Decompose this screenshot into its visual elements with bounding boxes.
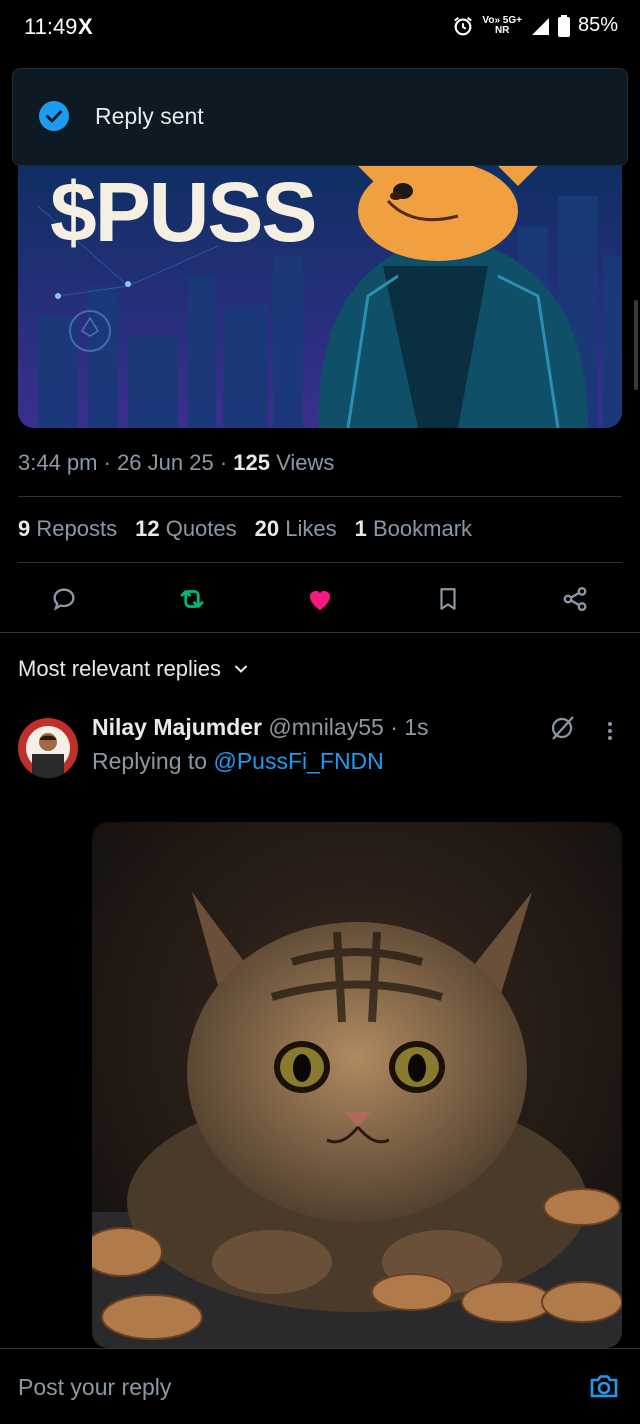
battery-icon (557, 14, 570, 37)
likes-stat[interactable]: 20 Likes (255, 516, 337, 542)
reply-input[interactable]: Post your reply (18, 1374, 171, 1401)
avatar[interactable] (18, 718, 78, 778)
post-stats: 9 Reposts 12 Quotes 20 Likes 1 Bookmark (18, 516, 472, 542)
x-logo-icon: X (78, 14, 93, 39)
post-timestamp: 3:44 pm · 26 Jun 25 · 125 Views (18, 450, 335, 475)
views-label: Views (276, 450, 335, 475)
chevron-down-icon (234, 665, 247, 673)
share-button[interactable] (558, 582, 592, 616)
battery-percent: 85% (577, 14, 618, 36)
network-indicator: Vo» 5G+ NR (482, 14, 522, 36)
views-count: 125 (233, 450, 270, 475)
status-icons: Vo» 5G+ NR 85% (452, 14, 618, 37)
repost-icon (180, 590, 204, 608)
bookmark-button[interactable] (431, 582, 465, 616)
replies-sort-dropdown[interactable]: Most relevant replies (18, 656, 249, 682)
camera-icon[interactable] (588, 1370, 620, 1402)
quotes-stat[interactable]: 12 Quotes (135, 516, 237, 542)
replying-to: Replying to @PussFi_FNDN (92, 748, 384, 775)
reply-sent-toast: Reply sent (12, 68, 628, 166)
reply-media-image[interactable] (92, 822, 622, 1348)
replies-sort-label: Most relevant replies (18, 656, 221, 681)
grok-icon[interactable] (548, 714, 576, 742)
share-icon (563, 586, 587, 612)
scrollbar[interactable] (634, 300, 638, 390)
status-bar: 11:49 X Vo» 5G+ NR 85% (0, 0, 640, 56)
post-actions (0, 574, 640, 624)
divider (18, 496, 622, 497)
bookmarks-stat[interactable]: 1 Bookmark (355, 516, 472, 542)
bookmark-icon (440, 588, 456, 610)
signal-icon (531, 17, 549, 35)
like-button[interactable] (303, 582, 337, 616)
toast-message: Reply sent (95, 103, 204, 129)
replying-to-handle[interactable]: @PussFi_FNDN (213, 748, 383, 774)
replying-prefix: Replying to (92, 748, 208, 774)
heart-icon (310, 590, 330, 611)
status-time: 11:49 (24, 14, 78, 39)
alarm-icon (454, 16, 473, 35)
divider (0, 632, 640, 633)
reply-age: 1s (404, 714, 429, 740)
reply-icon (53, 588, 75, 611)
reposts-stat[interactable]: 9 Reposts (18, 516, 117, 542)
repost-button[interactable] (175, 582, 209, 616)
divider (18, 562, 622, 563)
reply-author-handle[interactable]: @mnilay55 (268, 714, 383, 740)
reply-author-name[interactable]: Nilay Majumder (92, 714, 262, 740)
more-options-icon[interactable] (600, 716, 620, 744)
reply-button[interactable] (47, 582, 81, 616)
banner-title: $PUSS (50, 165, 317, 259)
post-date: 26 Jun 25 (117, 450, 214, 475)
reply-header: Nilay Majumder @mnilay55 · 1s (92, 714, 429, 740)
check-circle-icon (39, 101, 69, 131)
post-time: 3:44 pm (18, 450, 98, 475)
